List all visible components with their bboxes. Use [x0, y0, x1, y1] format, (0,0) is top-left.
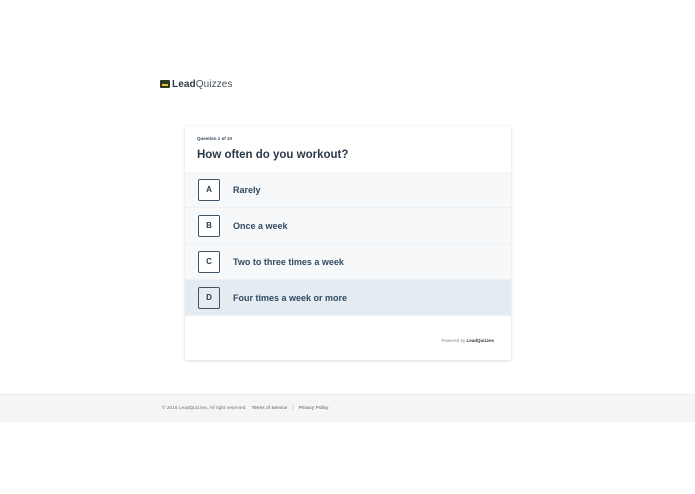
logo-text-light: Quizzes [195, 78, 233, 90]
logo-icon [160, 80, 170, 88]
quiz-card: Question 1 of 10 How often do you workou… [185, 126, 511, 360]
page-footer: © 2016 LeadQuizzes. All right reserved. … [0, 394, 695, 422]
answer-key-badge: B [198, 214, 220, 237]
answer-label: Once a week [233, 220, 288, 231]
footer-content: © 2016 LeadQuizzes. All right reserved. … [162, 406, 328, 411]
answer-key-badge: C [198, 250, 220, 273]
answer-option-b[interactable]: B Once a week [185, 208, 511, 244]
terms-of-service-link[interactable]: Terms of Service [252, 406, 288, 411]
answer-list: A Rarely B Once a week C Two to three ti… [185, 172, 511, 316]
answer-label: Two to three times a week [233, 256, 344, 267]
logo-text-bold: Lead [172, 78, 196, 90]
powered-by-prefix: Powered by [441, 338, 466, 343]
privacy-policy-link[interactable]: Privacy Policy [299, 406, 329, 411]
answer-option-d[interactable]: D Four times a week or more [185, 280, 511, 316]
footer-separator: | [292, 406, 294, 411]
powered-by: Powered by LeadQuizzes [441, 338, 494, 343]
question-title: How often do you workout? [197, 149, 349, 161]
page: LeadQuizzes Question 1 of 10 How often d… [0, 0, 695, 494]
brand-logo[interactable]: LeadQuizzes [160, 78, 233, 90]
answer-key-badge: D [198, 286, 220, 309]
logo-text: LeadQuizzes [172, 79, 233, 90]
answer-key-badge: A [198, 178, 220, 201]
copyright-text: © 2016 LeadQuizzes. All right reserved. [162, 406, 247, 411]
answer-label: Four times a week or more [233, 292, 348, 303]
answer-option-c[interactable]: C Two to three times a week [185, 244, 511, 280]
question-counter: Question 1 of 10 [197, 136, 233, 141]
powered-by-link[interactable]: LeadQuizzes [466, 338, 494, 343]
answer-label: Rarely [233, 184, 261, 195]
answer-option-a[interactable]: A Rarely [185, 172, 511, 208]
